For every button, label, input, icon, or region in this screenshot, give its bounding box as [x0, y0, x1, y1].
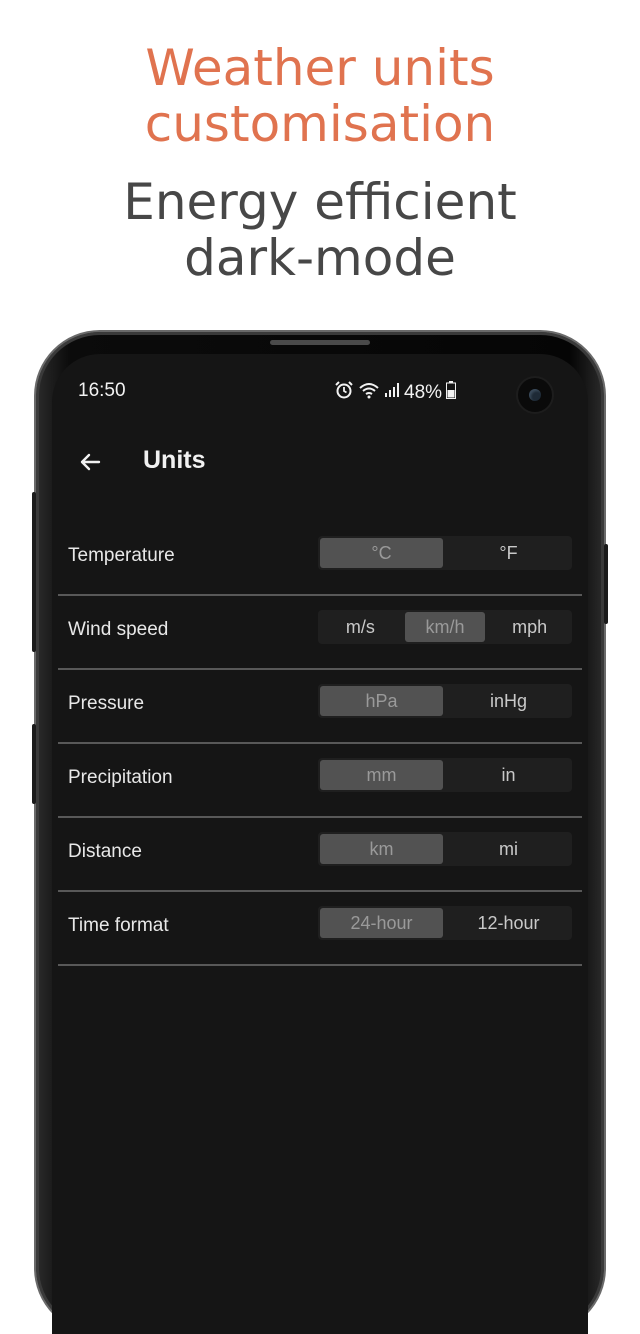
unit-option[interactable]: mi	[447, 834, 570, 864]
front-camera	[518, 378, 552, 412]
unit-segmented-control: km mi	[318, 832, 572, 866]
unit-segmented-control: m/s km/h mph	[318, 610, 572, 644]
settings-row: Pressure hPa inHg	[58, 670, 582, 744]
unit-option[interactable]: m/s	[320, 612, 401, 642]
settings-row: Distance km mi	[58, 818, 582, 892]
back-button[interactable]	[72, 446, 108, 482]
page-title: Units	[143, 446, 206, 474]
promo-main-line-2: dark-mode	[184, 229, 456, 287]
unit-segmented-control: hPa inHg	[318, 684, 572, 718]
promo-accent-line-1: Weather units	[145, 39, 495, 97]
unit-option[interactable]: inHg	[447, 686, 570, 716]
phone-side-button	[32, 724, 36, 804]
arrow-left-icon	[78, 450, 102, 479]
unit-option[interactable]: mph	[489, 612, 570, 642]
phone-side-button	[32, 492, 36, 652]
battery-percentage: 48%	[404, 382, 443, 403]
battery-icon	[446, 381, 457, 405]
phone-earpiece	[270, 340, 370, 345]
unit-option[interactable]: 24-hour	[320, 908, 443, 938]
unit-option[interactable]: hPa	[320, 686, 443, 716]
unit-option[interactable]: km/h	[404, 612, 486, 642]
promo-accent-line-2: customisation	[144, 95, 496, 153]
phone-frame: 16:50 48% Units Temperature °C °F Wind s…	[32, 332, 608, 1334]
settings-row: Temperature °C °F	[58, 522, 582, 596]
settings-row: Wind speed m/s km/h mph	[58, 596, 582, 670]
unit-segmented-control: 24-hour 12-hour	[318, 906, 572, 940]
phone-side-button	[604, 544, 608, 624]
unit-option[interactable]: km	[320, 834, 443, 864]
phone-screen: 16:50 48% Units Temperature °C °F Wind s…	[52, 354, 588, 1334]
promo-main-line-1: Energy efficient	[123, 173, 517, 231]
unit-option[interactable]: in	[447, 760, 570, 790]
settings-row: Time format 24-hour 12-hour	[58, 892, 582, 966]
promo-headline-main: Energy efficient dark-mode	[0, 174, 640, 286]
unit-segmented-control: °C °F	[318, 536, 572, 570]
setting-label: Wind speed	[68, 619, 169, 640]
app-bar: Units	[52, 430, 588, 500]
setting-label: Distance	[68, 841, 142, 862]
settings-list: Temperature °C °F Wind speed m/s km/h mph Press…	[58, 522, 582, 966]
status-time: 16:50	[78, 380, 126, 401]
promo-headline-accent: Weather units customisation	[0, 40, 640, 152]
setting-label: Pressure	[68, 693, 145, 714]
wifi-icon	[358, 381, 380, 405]
setting-label: Temperature	[68, 545, 175, 566]
unit-option[interactable]: 12-hour	[447, 908, 570, 938]
setting-label: Time format	[68, 915, 169, 936]
unit-segmented-control: mm in	[318, 758, 572, 792]
unit-option[interactable]: °C	[320, 538, 443, 568]
alarm-icon	[334, 380, 354, 406]
unit-option[interactable]: °F	[447, 538, 570, 568]
status-icons: 48%	[334, 380, 457, 406]
settings-row: Precipitation mm in	[58, 744, 582, 818]
unit-option[interactable]: mm	[320, 760, 443, 790]
setting-label: Precipitation	[68, 767, 173, 788]
signal-icon	[384, 382, 400, 404]
status-bar: 16:50 48%	[52, 354, 588, 430]
